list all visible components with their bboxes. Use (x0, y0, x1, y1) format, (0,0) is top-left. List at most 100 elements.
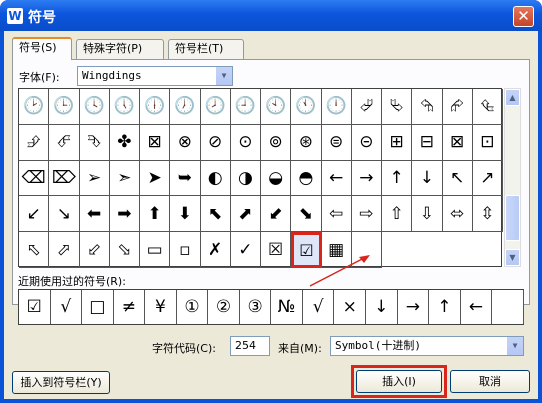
symbol-cell[interactable]: ➣ (109, 160, 140, 197)
symbol-cell[interactable]: ⇳ (472, 196, 503, 233)
symbol-cell[interactable]: 🕕 (140, 89, 171, 125)
symbol-cell[interactable]: ← (321, 160, 352, 197)
symbol-grid-scrollbar[interactable]: ▲ ▼ (504, 88, 521, 267)
symbol-cell[interactable]: ⊝ (351, 124, 382, 161)
recent-symbol-cell[interactable]: → (398, 290, 430, 324)
symbol-cell[interactable]: ⮱ (382, 89, 413, 125)
recent-symbol-cell[interactable] (492, 290, 524, 324)
symbol-cell[interactable]: 🕗 (200, 89, 231, 125)
symbol-cell[interactable]: ▭ (140, 232, 171, 268)
symbol-cell[interactable]: ◐ (200, 160, 231, 197)
symbol-cell[interactable]: ⬈ (230, 196, 261, 233)
symbol-cell[interactable]: ☒ (261, 232, 292, 268)
tab-symbol-bar[interactable]: 符号栏(T) (168, 39, 244, 59)
symbol-cell[interactable]: ➡ (109, 196, 140, 233)
symbol-cell[interactable]: ⮴ (472, 89, 503, 125)
recent-symbol-cell[interactable]: √ (303, 290, 335, 324)
recent-symbol-cell[interactable]: □ (82, 290, 114, 324)
symbol-cell[interactable]: ⇧ (382, 196, 413, 233)
symbol-cell[interactable]: 🕓 (79, 89, 110, 125)
insert-button[interactable]: 插入(I) (356, 370, 442, 393)
title-bar[interactable]: W 符号 ✕ (0, 0, 542, 31)
symbol-cell[interactable]: 🕘 (230, 89, 261, 125)
tab-special-chars[interactable]: 特殊字符(P) (76, 39, 164, 59)
symbol-cell[interactable]: ✗ (200, 232, 231, 268)
symbol-cell[interactable]: ⊚ (261, 124, 292, 161)
symbol-cell[interactable]: ⬁ (19, 232, 50, 268)
symbol-cell[interactable]: ✤ (109, 124, 140, 161)
recent-symbol-cell[interactable]: ≠ (114, 290, 146, 324)
scrollbar-thumb[interactable] (505, 195, 520, 241)
symbol-cell[interactable]: 🕑 (19, 89, 50, 125)
symbol-cell[interactable]: ⬉ (200, 196, 231, 233)
recent-symbol-cell[interactable]: ↓ (366, 290, 398, 324)
symbol-cell[interactable]: ⬆ (140, 196, 171, 233)
symbol-cell[interactable]: ↖ (442, 160, 473, 197)
symbol-cell[interactable]: ⬋ (261, 196, 292, 233)
symbol-cell[interactable]: ⊠ (140, 124, 171, 161)
recent-symbol-cell[interactable]: ③ (240, 290, 272, 324)
symbol-cell[interactable]: ⬃ (79, 232, 110, 268)
chevron-down-icon[interactable]: ▼ (215, 67, 232, 85)
symbol-cell[interactable]: 🕔 (109, 89, 140, 125)
symbol-cell[interactable]: ⊙ (230, 124, 261, 161)
symbol-cell[interactable]: ↑ (382, 160, 413, 197)
recent-symbol-cell[interactable]: ② (208, 290, 240, 324)
scroll-up-icon[interactable]: ▲ (505, 89, 520, 106)
symbol-cell[interactable]: ↙ (19, 196, 50, 233)
symbol-cell[interactable]: ⊟ (412, 124, 443, 161)
symbol-cell[interactable]: ⇩ (412, 196, 443, 233)
symbol-cell[interactable]: ↘ (49, 196, 80, 233)
symbol-cell[interactable]: ⊗ (170, 124, 201, 161)
symbol-cell[interactable]: ↗ (472, 160, 503, 197)
symbol-cell[interactable]: 🕚 (291, 89, 322, 125)
from-select[interactable]: Symbol(十进制) ▼ (330, 336, 524, 356)
symbol-cell[interactable]: 🕖 (170, 89, 201, 125)
tab-symbols[interactable]: 符号(S) (12, 37, 72, 60)
symbol-cell[interactable]: 🕙 (261, 89, 292, 125)
insert-to-symbol-bar-button[interactable]: 插入到符号栏(Y) (12, 371, 110, 394)
chevron-down-icon[interactable]: ▼ (506, 337, 523, 355)
recent-symbol-cell[interactable]: × (334, 290, 367, 324)
symbol-cell[interactable]: ⊠ (442, 124, 473, 161)
symbol-cell[interactable]: ⬀ (49, 232, 80, 268)
symbol-cell[interactable]: ⬄ (442, 196, 473, 233)
symbol-cell[interactable]: ⮷ (79, 124, 110, 161)
recent-symbol-cell[interactable]: № (271, 290, 303, 324)
symbol-cell[interactable]: ⇨ (351, 196, 382, 233)
font-select[interactable]: Wingdings ▼ (77, 66, 233, 86)
cancel-button[interactable]: 取消 (450, 370, 530, 393)
symbol-cell-selected[interactable]: ☑ (291, 232, 322, 268)
symbol-cell[interactable]: ⊞ (382, 124, 413, 161)
recent-symbol-cell[interactable]: ☑ (19, 290, 51, 324)
symbol-cell[interactable]: ✓ (230, 232, 261, 268)
symbol-cell[interactable]: ⬂ (109, 232, 140, 268)
symbol-cell[interactable]: 🕛 (321, 89, 352, 125)
close-button[interactable]: ✕ (513, 6, 534, 27)
symbol-cell[interactable]: ⮶ (49, 124, 80, 161)
symbol-cell[interactable]: ⌫ (19, 160, 50, 197)
symbol-cell[interactable]: ⊘ (200, 124, 231, 161)
symbol-cell[interactable]: ▫ (170, 232, 201, 268)
symbol-cell[interactable]: ◓ (291, 160, 322, 197)
symbol-grid[interactable]: 🕑 🕒 🕓 🕔 🕕 🕖 🕗 🕘 🕙 🕚 🕛 ⮰ ⮱ ⮲ ⮳ ⮴ ⮵ ⮶ ⮷ ✤ ⊠ ⊗ ⊘ ⊙ ⊚ ⊛ ⊜ ⊝ ⊞ ⊟ ⊠ ⊡ ⌫ ⌦ ➢ ➣ ➤ ➥ ◐ ◑… (18, 88, 503, 268)
symbol-cell[interactable]: ➤ (140, 160, 171, 197)
recent-symbol-cell[interactable]: √ (51, 290, 83, 324)
symbol-cell[interactable]: ⊡ (472, 124, 503, 161)
symbol-cell[interactable]: ⊛ (291, 124, 322, 161)
symbol-cell[interactable]: ➢ (79, 160, 110, 197)
symbol-cell[interactable]: ⬅ (79, 196, 110, 233)
symbol-cell[interactable]: ⌦ (49, 160, 80, 197)
symbol-cell[interactable]: ⬇ (170, 196, 201, 233)
recent-symbol-cell[interactable]: ← (461, 290, 493, 324)
recent-symbol-cell[interactable]: ¥ (145, 290, 177, 324)
char-code-input[interactable]: 254 (230, 336, 270, 356)
symbol-cell[interactable]: ⊜ (321, 124, 352, 161)
recent-symbol-cell[interactable]: ↑ (429, 290, 461, 324)
symbol-cell[interactable]: ◑ (230, 160, 261, 197)
recent-symbol-cell[interactable]: ① (177, 290, 209, 324)
symbol-cell[interactable]: ⇦ (321, 196, 352, 233)
symbol-cell[interactable]: ➥ (170, 160, 201, 197)
scroll-down-icon[interactable]: ▼ (505, 249, 520, 266)
symbol-cell[interactable]: ◒ (261, 160, 292, 197)
